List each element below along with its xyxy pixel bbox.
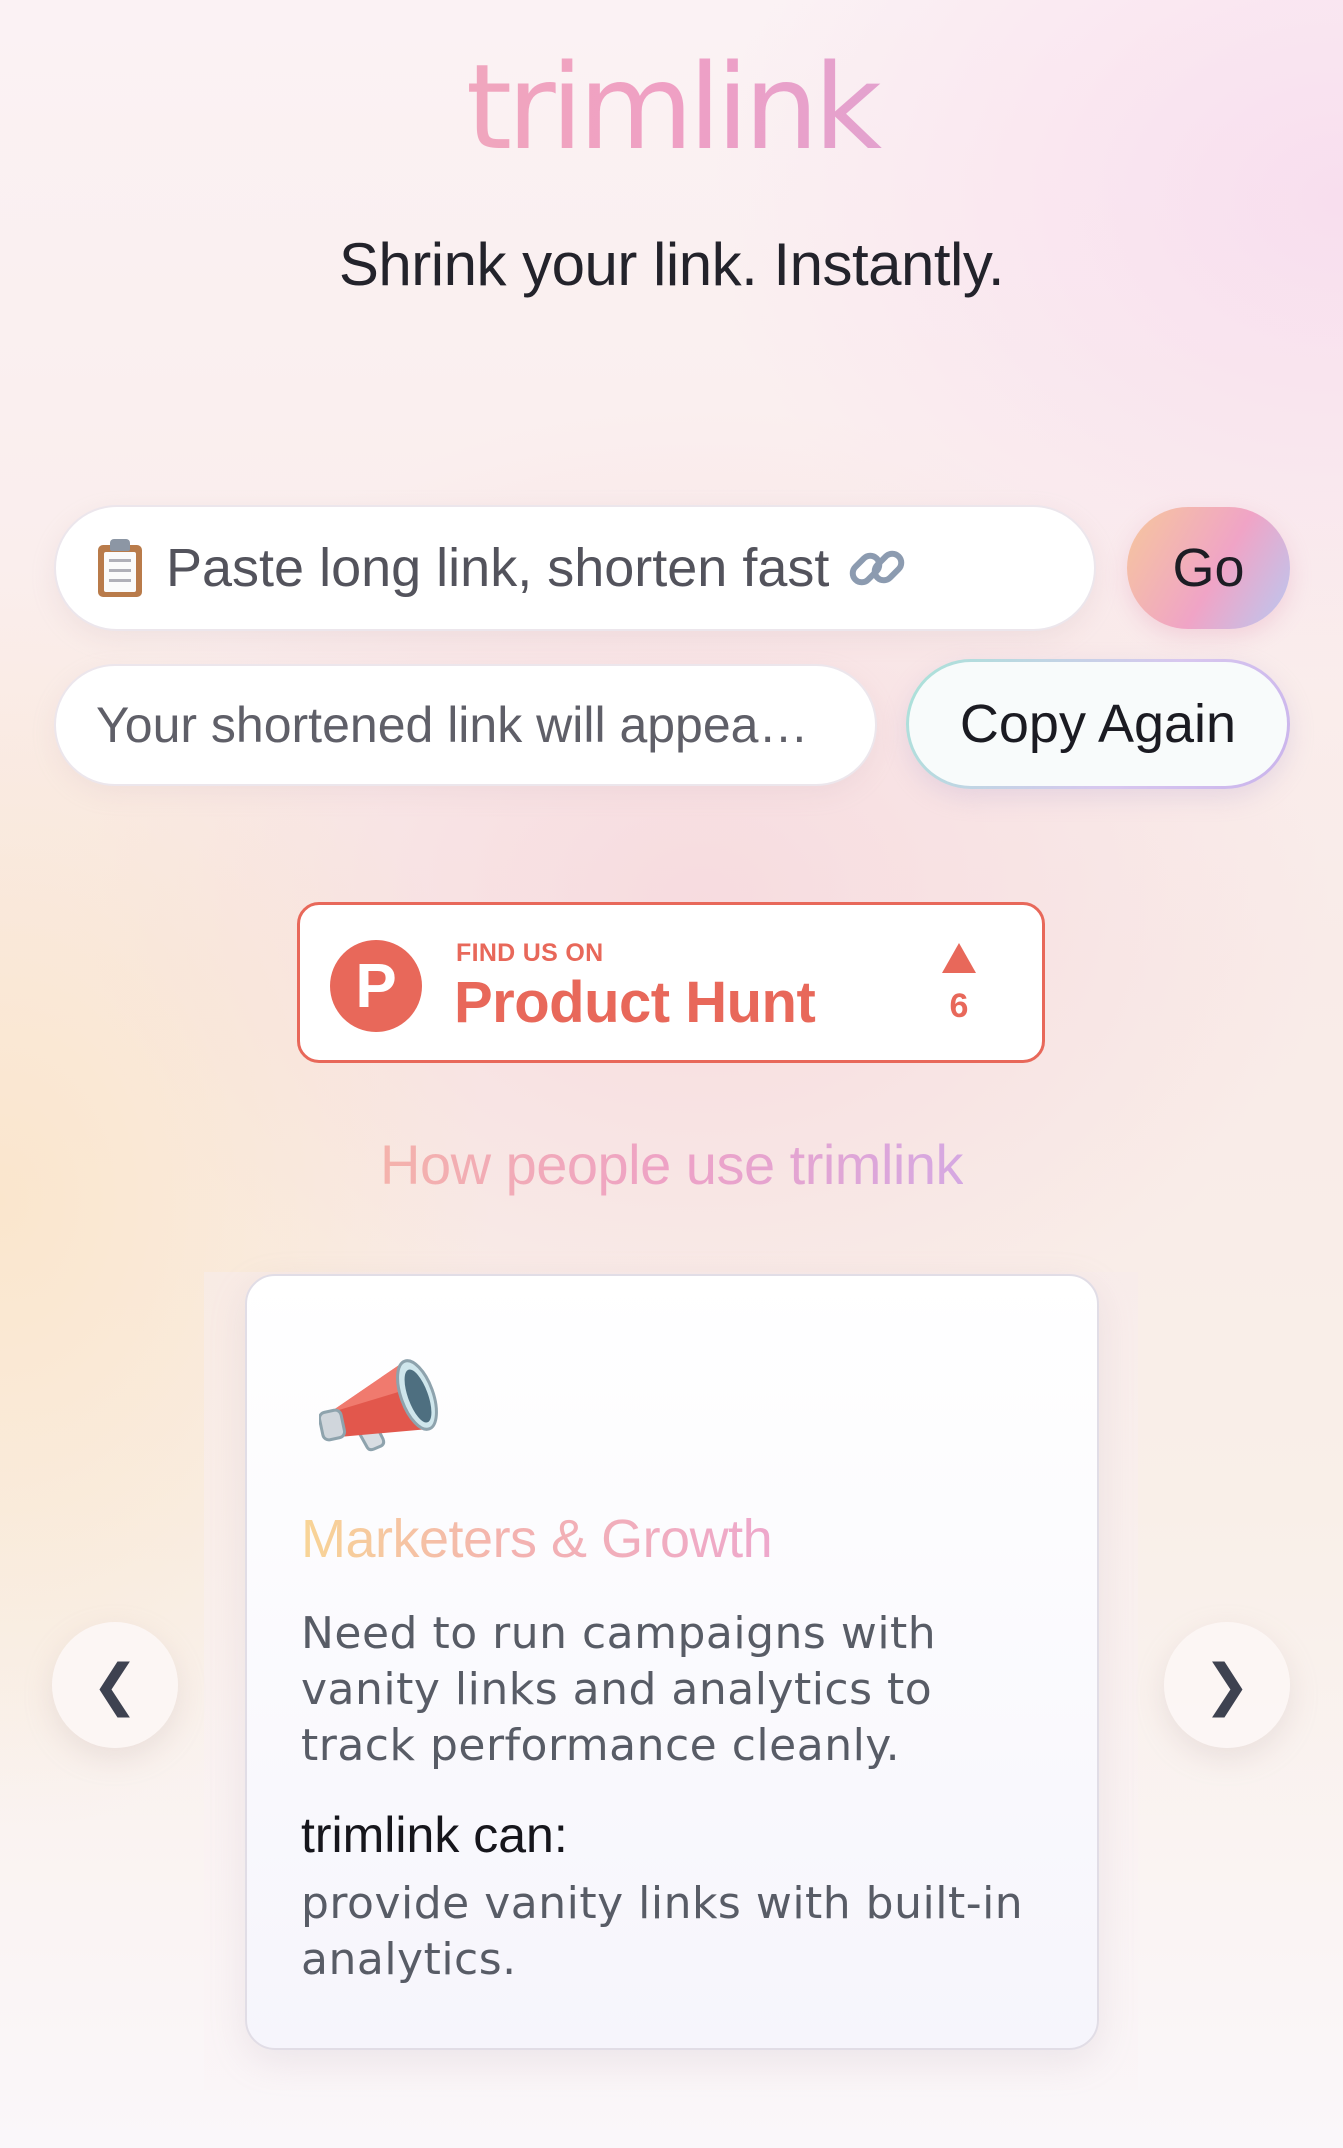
use-case-can: provide vanity links with built-in analy… [301, 1878, 1024, 1985]
use-cases-heading-text: How people use trimlink [380, 1133, 963, 1196]
link-icon [850, 550, 905, 586]
use-case-card: Marketers & Growth Need to run campaigns… [245, 1274, 1099, 2050]
product-hunt-name: Product Hunt [454, 970, 816, 1035]
short-link-output[interactable]: Your shortened link will appea… [54, 664, 877, 786]
url-input[interactable]: Paste long link, shorten fast [54, 505, 1096, 631]
url-input-placeholder: Paste long link, shorten fast [166, 538, 830, 598]
tagline: Shrink your link. Instantly. [338, 231, 1005, 298]
product-hunt-logo-icon: P [330, 940, 422, 1032]
product-hunt-small-text: FIND US ON [456, 939, 604, 967]
copy-again-button[interactable]: Copy Again [906, 659, 1290, 789]
upvote-arrow-icon [942, 943, 976, 973]
chevron-left-icon: ❮ [91, 1653, 139, 1716]
use-case-title: Marketers & Growth [301, 1508, 773, 1570]
upvote-count: 6 [949, 987, 969, 1025]
carousel-next-button[interactable]: ❯ [1164, 1622, 1290, 1748]
use-case-need: Need to run campaigns with vanity links … [301, 1608, 937, 1771]
use-case-can-heading: trimlink can: [301, 1807, 568, 1863]
megaphone-icon [319, 1359, 438, 1452]
go-button[interactable]: Go [1127, 507, 1290, 629]
use-cases-heading: How people use trimlink [0, 1132, 1343, 1197]
chevron-right-icon: ❯ [1203, 1653, 1251, 1716]
app-logo: trimlink [0, 42, 1343, 172]
product-hunt-badge[interactable]: P FIND US ON Product Hunt 6 [297, 902, 1045, 1063]
carousel-prev-button[interactable]: ❮ [52, 1622, 178, 1748]
use-case-title-text: Marketers & Growth [301, 1509, 773, 1569]
clipboard-icon [96, 539, 144, 597]
